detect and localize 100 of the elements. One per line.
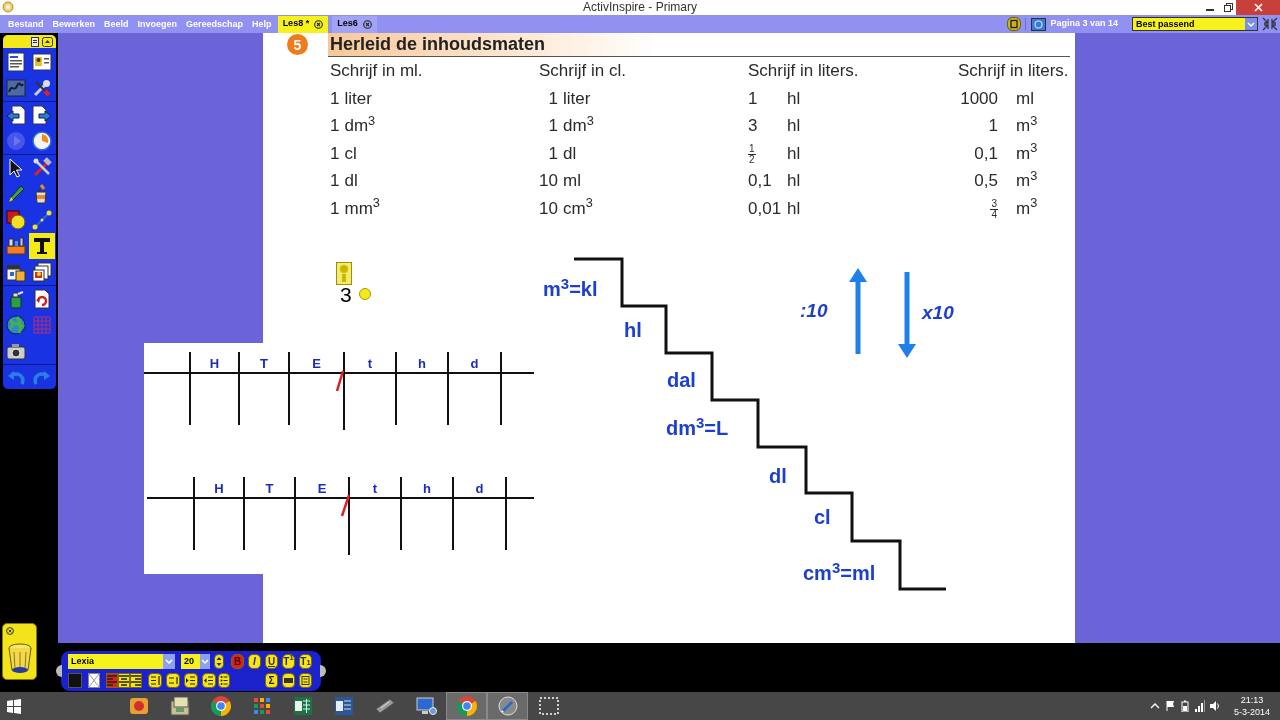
clock-time[interactable]: 21:13: [1240, 694, 1264, 706]
factor-label: x10: [922, 302, 954, 324]
table-cell-text: 1 dl: [547, 142, 577, 165]
dashed-frame-icon: [536, 694, 561, 718]
font-size-field[interactable]: 20: [181, 654, 210, 669]
document-tab[interactable]: Les8 *: [277, 15, 329, 33]
caret-icon: [200, 654, 210, 669]
page-icon[interactable]: [31, 36, 39, 47]
bullet-list-icon[interactable]: [218, 673, 230, 688]
step-label: m$^{3}$=kl: [543, 277, 598, 301]
no-fill-icon[interactable]: [88, 673, 100, 688]
align-left-icon: [107, 675, 117, 686]
format-button[interactable]: I: [248, 654, 261, 669]
column-heading: Schrijf in ml.: [330, 60, 423, 82]
four-panes-icon: [7, 698, 21, 714]
table-cell-text: 1 mm$^{3}$: [330, 195, 380, 220]
column-label: h: [423, 481, 431, 495]
format-button[interactable]: B: [231, 654, 244, 669]
flag-icon[interactable]: [1165, 700, 1175, 712]
indent-icon[interactable]: [184, 673, 198, 688]
step-label: cl: [814, 505, 831, 529]
format-button[interactable]: T$_{1}$: [299, 654, 312, 669]
taskbar-app[interactable]: [446, 692, 487, 720]
spinner-icon[interactable]: [214, 654, 224, 669]
table-cell-text: 0,1 hl: [748, 170, 801, 192]
screen-icon[interactable]: [1031, 17, 1047, 31]
trash-can-icon[interactable]: [6, 643, 33, 674]
step-label: dm$^{3}$=L: [666, 416, 729, 440]
drag-handle-icon[interactable]: [320, 665, 326, 677]
caret-icon[interactable]: [1150, 702, 1160, 710]
outdent-icon[interactable]: [202, 673, 216, 688]
close-button[interactable]: [1236, 0, 1280, 15]
column-heading: Schrijf in liters.: [748, 60, 859, 82]
column-label: d: [475, 481, 484, 495]
drag-handle-icon[interactable]: [56, 665, 62, 677]
collapse-arrows-icon[interactable]: [1262, 17, 1278, 31]
column-label: t: [372, 481, 378, 495]
column-label: d: [470, 356, 479, 370]
align-button[interactable]: [118, 673, 130, 688]
factor-label: :10: [800, 300, 828, 322]
restore-icon: [1224, 3, 1233, 12]
table-cell-text: 3 4 m$^{3}$: [989, 195, 1038, 221]
table-cell-text: 1 2 hl: [748, 141, 801, 166]
pen-stroke: [335, 370, 345, 392]
zoom-select[interactable]: Best passend: [1132, 17, 1258, 31]
exercise-number: 5: [287, 34, 308, 55]
step-label: dl: [769, 464, 787, 488]
table-cell-text: 10 ml: [539, 170, 581, 192]
battery-icon[interactable]: [1180, 700, 1190, 712]
symbol-button[interactable]: Σ: [265, 673, 278, 688]
font-field[interactable]: Lexia: [68, 654, 175, 669]
color-swatch-icon[interactable]: [68, 673, 82, 688]
format-button[interactable]: T$^{1}$: [282, 654, 295, 669]
caret-icon: [1245, 18, 1257, 30]
column-label: H: [214, 481, 224, 495]
table-cell-text: 10 cm$^{3}$: [539, 195, 593, 220]
edit-handle-icon[interactable]: [336, 262, 352, 285]
speaker-icon[interactable]: [1210, 700, 1220, 712]
column-heading: Schrijf in liters.: [958, 60, 1069, 82]
table-cell-text: 1 hl: [748, 87, 801, 110]
pen-stroke: [340, 494, 351, 517]
table-cell-text: 1 dm$^{3}$: [547, 113, 594, 137]
close-icon[interactable]: [6, 627, 14, 635]
restore-button[interactable]: [1221, 0, 1236, 15]
align-center-icon: [119, 675, 129, 686]
column-label: E: [317, 481, 327, 495]
table-cell-text: 1 liter: [547, 87, 591, 110]
paragraph-spacing-icon[interactable]: [166, 673, 180, 688]
table-cell-text: 1 liter: [330, 87, 372, 110]
rotate-handle-icon[interactable]: [359, 288, 371, 300]
line-spacing-icon[interactable]: [148, 673, 162, 688]
panel-icon[interactable]: [299, 673, 312, 688]
photo-stack-icon: [167, 694, 192, 718]
text-object[interactable]: 3: [340, 283, 352, 307]
close-icon[interactable]: [362, 19, 372, 29]
stylus-icon: [495, 694, 520, 718]
align-button[interactable]: [130, 673, 142, 688]
document-tab[interactable]: Les6: [332, 15, 377, 33]
step-label: cm$^{3}$=ml: [803, 561, 876, 585]
close-icon[interactable]: [314, 19, 324, 29]
table-cell-text: 1 dm$^{3}$: [330, 113, 376, 137]
collapse-icon[interactable]: [42, 36, 53, 47]
column-label: E: [312, 356, 321, 370]
close-icon: [1253, 3, 1263, 12]
round-tile-icon[interactable]: [1007, 17, 1022, 31]
format-button[interactable]: U: [265, 654, 278, 669]
align-button[interactable]: [106, 673, 118, 688]
signal-icon[interactable]: [1195, 700, 1205, 712]
table-cell-text: 0,1 m$^{3}$: [973, 140, 1038, 165]
column-label: t: [367, 356, 373, 370]
table-cell-text: 0,01 hl: [748, 197, 801, 220]
page-indicator: Pagina 3 van 14: [1050, 17, 1118, 31]
ring-logo-icon: [454, 694, 479, 718]
table-cell-text: 1 cl: [330, 142, 357, 165]
table-cell-text: 1000 ml: [959, 87, 1034, 110]
keyboard-icon[interactable]: [282, 673, 295, 688]
step-label: hl: [624, 318, 642, 342]
table-cell-text: 3 hl: [748, 115, 801, 137]
computer-icon: [413, 694, 438, 718]
clock-date[interactable]: 5-3-2014: [1234, 706, 1270, 718]
